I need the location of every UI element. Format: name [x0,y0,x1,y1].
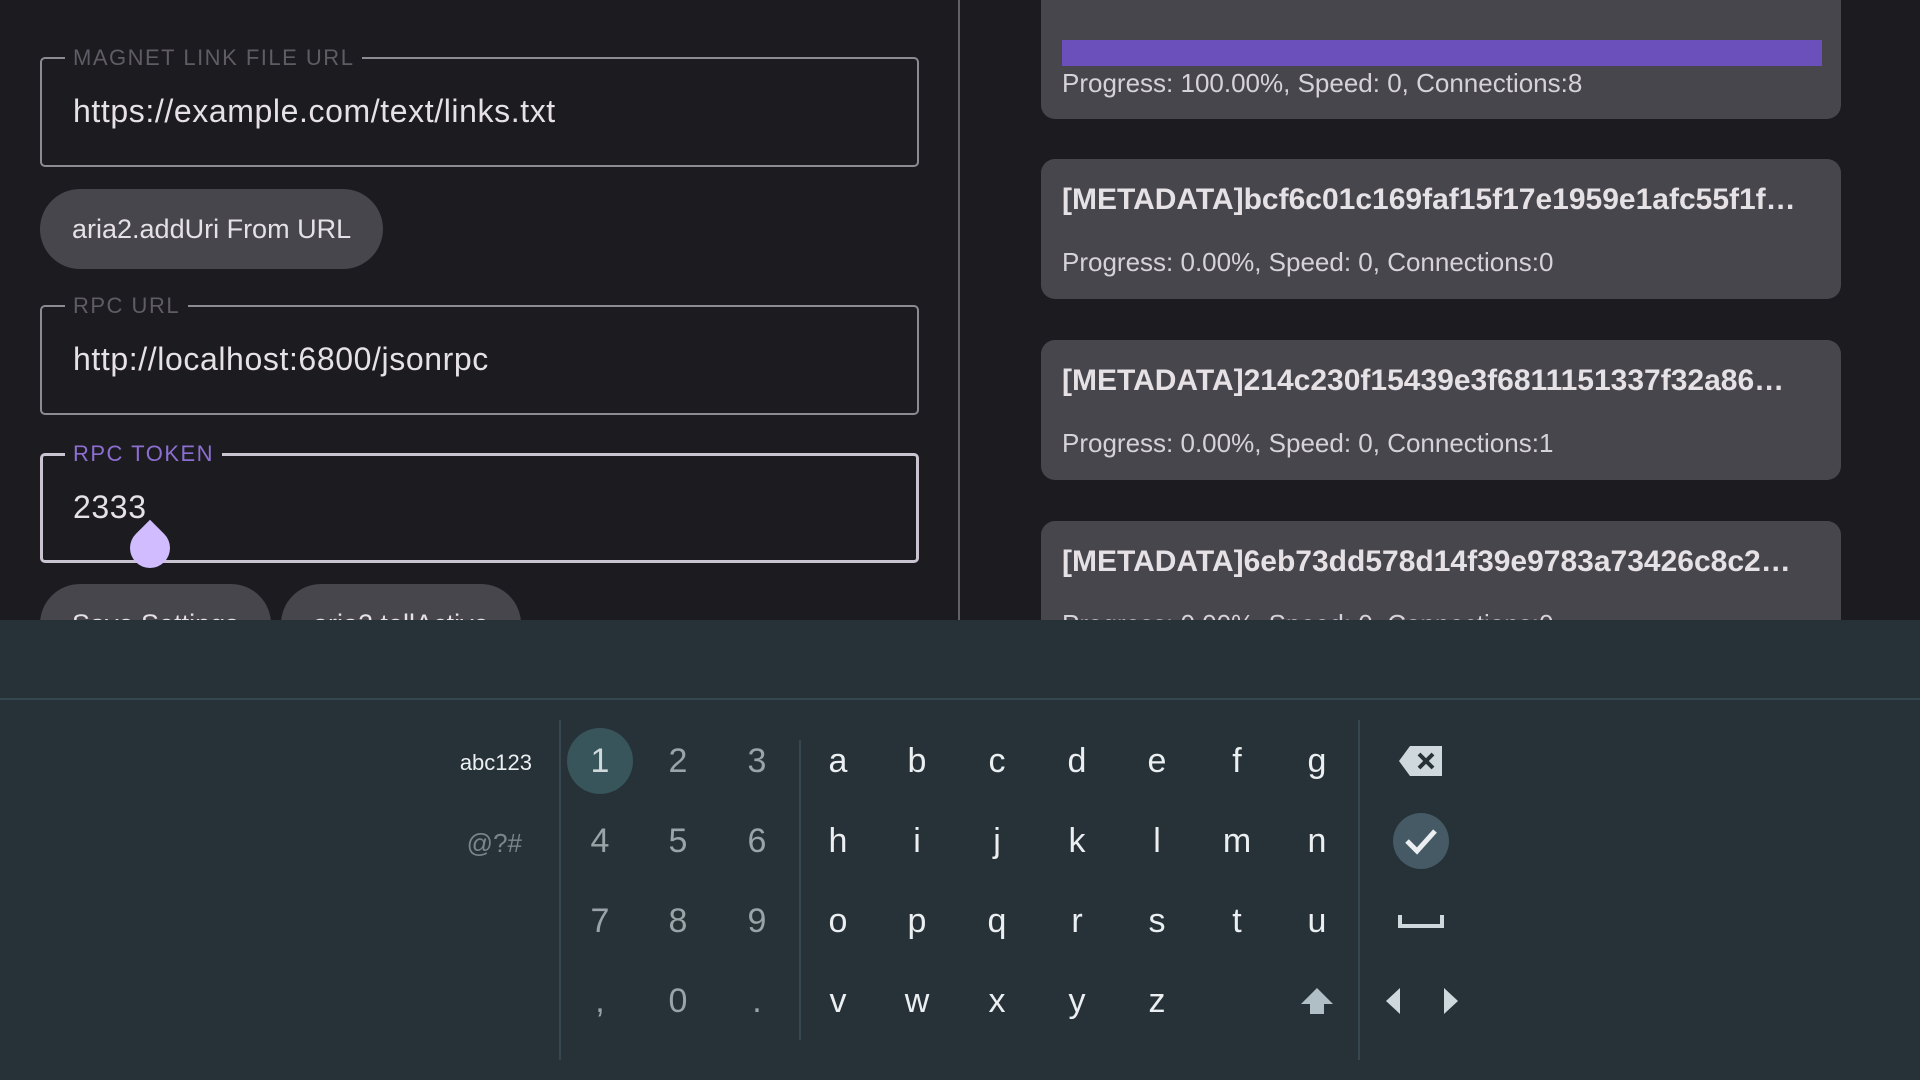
progress-fill [1062,40,1822,66]
rpc-token-field[interactable]: RPC TOKEN 2333 [40,441,919,563]
key-z[interactable]: z [1124,968,1190,1034]
magnet-link-url-value[interactable]: https://example.com/text/links.txt [73,93,556,130]
key-4[interactable]: 4 [567,808,633,874]
key-n[interactable]: n [1284,808,1350,874]
key-l[interactable]: l [1124,808,1190,874]
shift-icon [1301,988,1333,1014]
key-o[interactable]: o [805,888,871,954]
key-a[interactable]: a [805,728,871,794]
key-p[interactable]: p [884,888,950,954]
magnet-link-url-field[interactable]: MAGNET LINK FILE URL https://example.com… [40,45,919,167]
settings-pane: MAGNET LINK FILE URL https://example.com… [0,0,958,620]
tell-active-button[interactable]: aria2.tellActive [281,584,521,620]
rpc-url-field[interactable]: RPC URL http://localhost:6800/jsonrpc [40,293,919,415]
key-5[interactable]: 5 [645,808,711,874]
key-q[interactable]: q [964,888,1030,954]
download-card[interactable]: [METADATA]bcf6c01c169faf15f17e1959e1afc5… [1041,159,1841,299]
downloads-pane: Progress: 100.00%, Speed: 0, Connections… [960,0,1920,620]
magnet-link-url-label: MAGNET LINK FILE URL [65,45,363,71]
download-title: [METADATA]214c230f15439e3f6811151337f32a… [1062,364,1785,397]
key-j[interactable]: j [964,808,1030,874]
download-status: Progress: 0.00%, Speed: 0, Connections:0 [1062,247,1554,277]
key-k[interactable]: k [1044,808,1110,874]
save-settings-button[interactable]: Save Settings [40,584,271,620]
cursor-left-key[interactable] [1376,968,1410,1034]
on-screen-keyboard: abc123 @?# 1 2 3 4 5 6 7 8 9 , 0 . a b c… [0,620,1920,1080]
mode-abc123-key[interactable]: abc123 [412,750,532,776]
shift-key[interactable] [1284,968,1350,1034]
rpc-token-value[interactable]: 2333 [73,489,147,526]
download-title: [METADATA]6eb73dd578d14f39e9783a73426c8c… [1062,545,1791,578]
key-d[interactable]: d [1044,728,1110,794]
key-i[interactable]: i [884,808,950,874]
done-key[interactable] [1393,813,1449,869]
key-3[interactable]: 3 [724,728,790,794]
key-7[interactable]: 7 [567,888,633,954]
key-f[interactable]: f [1204,728,1270,794]
mode-symbols-key[interactable]: @?# [402,828,522,859]
key-w[interactable]: w [884,968,950,1034]
key-8[interactable]: 8 [645,888,711,954]
key-0[interactable]: 0 [645,968,711,1034]
rpc-url-value[interactable]: http://localhost:6800/jsonrpc [73,341,489,378]
key-6[interactable]: 6 [724,808,790,874]
space-key[interactable] [1388,888,1454,954]
download-card[interactable]: Progress: 100.00%, Speed: 0, Connections… [1041,0,1841,119]
cursor-right-key[interactable] [1434,968,1468,1034]
download-title: [METADATA]bcf6c01c169faf15f17e1959e1afc5… [1062,183,1796,216]
key-9[interactable]: 9 [724,888,790,954]
keyboard-divider [1358,720,1360,1060]
key-comma[interactable]: , [567,968,633,1034]
key-1[interactable]: 1 [567,728,633,794]
rpc-url-label: RPC URL [65,293,189,319]
progress-bar [1062,40,1822,66]
space-icon [1398,915,1444,928]
key-b[interactable]: b [884,728,950,794]
key-u[interactable]: u [1284,888,1350,954]
key-2[interactable]: 2 [645,728,711,794]
key-t[interactable]: t [1204,888,1270,954]
key-e[interactable]: e [1124,728,1190,794]
rpc-token-label: RPC TOKEN [65,441,223,467]
key-period[interactable]: . [724,968,790,1034]
download-status: Progress: 100.00%, Speed: 0, Connections… [1062,68,1583,98]
keyboard-divider [559,720,561,1060]
check-icon [1405,829,1437,855]
download-status: Progress: 0.00%, Speed: 0, Connections:0 [1062,609,1553,620]
download-card[interactable]: [METADATA]214c230f15439e3f6811151337f32a… [1041,340,1841,480]
keyboard-suggestion-strip [0,620,1920,700]
key-c[interactable]: c [964,728,1030,794]
key-h[interactable]: h [805,808,871,874]
arrow-right-icon [1444,988,1458,1014]
backspace-key[interactable] [1388,728,1454,794]
key-x[interactable]: x [964,968,1030,1034]
key-y[interactable]: y [1044,968,1110,1034]
keyboard-divider [799,740,801,1040]
key-v[interactable]: v [805,968,871,1034]
download-status: Progress: 0.00%, Speed: 0, Connections:1 [1062,428,1554,458]
key-m[interactable]: m [1204,808,1270,874]
key-g[interactable]: g [1284,728,1350,794]
download-card[interactable]: [METADATA]6eb73dd578d14f39e9783a73426c8c… [1041,521,1841,620]
key-s[interactable]: s [1124,888,1190,954]
key-r[interactable]: r [1044,888,1110,954]
backspace-icon [1399,746,1442,776]
arrow-left-icon [1386,988,1400,1014]
add-uri-from-url-button[interactable]: aria2.addUri From URL [40,189,384,269]
